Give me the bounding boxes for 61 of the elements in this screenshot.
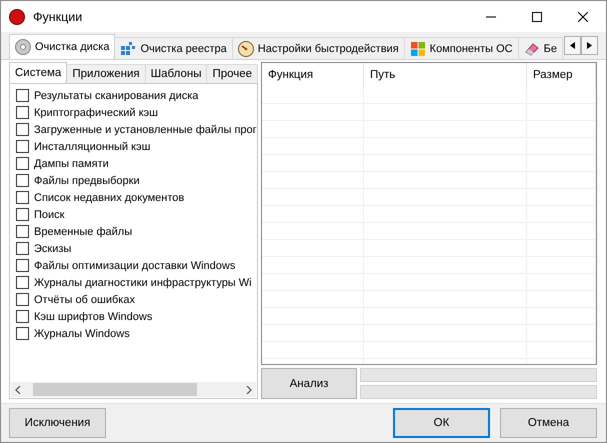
checkbox-label: Криптографический кэш	[34, 106, 158, 118]
tab[interactable]: Приложения	[66, 64, 146, 83]
checkbox-label: Результаты сканирования диска	[34, 90, 198, 102]
checkbox[interactable]	[16, 242, 29, 255]
scroll-left-button[interactable]	[564, 36, 581, 55]
checkbox[interactable]	[16, 123, 29, 136]
checkbox[interactable]	[16, 140, 29, 153]
gauge-icon	[238, 40, 254, 56]
checkbox[interactable]	[16, 106, 29, 119]
checkbox[interactable]	[16, 89, 29, 102]
checkbox-label: Дампы памяти	[34, 158, 109, 170]
checkbox-label: Инсталляционный кэш	[34, 140, 150, 152]
checkbox-label: Кэш шрифтов Windows	[34, 310, 152, 322]
checkbox[interactable]	[16, 225, 29, 238]
four-squares-icon	[410, 40, 426, 56]
checkbox-label: Отчёты об ошибках	[34, 294, 135, 306]
left-triangle-icon	[570, 42, 575, 49]
horizontal-scrollbar[interactable]	[11, 382, 256, 397]
tab[interactable]: Система	[9, 62, 68, 83]
tab[interactable]: Настройки быстродействия	[232, 37, 405, 59]
checkbox-label: Временные файлы	[34, 226, 132, 238]
exclusions-button[interactable]: Исключения	[9, 408, 106, 438]
checkbox-label: Файлы предвыборки	[34, 174, 140, 186]
right-triangle-icon	[587, 42, 592, 49]
column-header[interactable]: Размер	[527, 63, 596, 87]
window-title: Функции	[33, 10, 84, 24]
analyze-button[interactable]: Анализ	[261, 368, 357, 399]
checkbox[interactable]	[16, 310, 29, 323]
tab[interactable]: Компоненты ОС	[404, 37, 519, 59]
eraser-icon	[524, 40, 540, 56]
checkbox-label: Загруженные и установленные файлы прог	[34, 124, 257, 136]
close-icon	[578, 12, 588, 22]
checkbox-label: Журналы диагностики инфраструктуры Wi	[34, 276, 252, 288]
chevron-right-icon	[246, 386, 252, 394]
checkbox-label: Эскизы	[34, 242, 72, 254]
checkbox[interactable]	[16, 293, 29, 306]
tab[interactable]: Прочее	[206, 64, 258, 83]
app-icon	[9, 8, 25, 24]
cancel-button[interactable]: Отмена	[500, 408, 597, 438]
ok-button[interactable]: ОК	[393, 408, 490, 438]
checkbox[interactable]	[16, 276, 29, 289]
scroll-right-button[interactable]	[581, 36, 598, 55]
checkbox[interactable]	[16, 259, 29, 272]
checkbox-label: Журналы Windows	[34, 328, 130, 340]
checkbox[interactable]	[16, 157, 29, 170]
checkbox-label: Файлы оптимизации доставки Windows	[34, 260, 236, 272]
column-header[interactable]: Функция	[262, 63, 364, 87]
blocks-icon	[120, 40, 136, 56]
maximize-icon	[532, 12, 542, 22]
tab[interactable]: Шаблоны	[144, 64, 208, 83]
chevron-left-icon	[15, 386, 21, 394]
tab[interactable]: Очистка диска	[9, 34, 116, 59]
disc-icon	[15, 39, 31, 55]
checkbox[interactable]	[16, 191, 29, 204]
checkbox[interactable]	[16, 208, 29, 221]
checkbox-label: Поиск	[34, 208, 64, 220]
tab[interactable]: Бе	[518, 37, 563, 59]
checkbox[interactable]	[16, 327, 29, 340]
checkbox-label: Список недавних документов	[34, 192, 184, 204]
column-header[interactable]: Путь	[364, 63, 527, 87]
checkbox[interactable]	[16, 174, 29, 187]
